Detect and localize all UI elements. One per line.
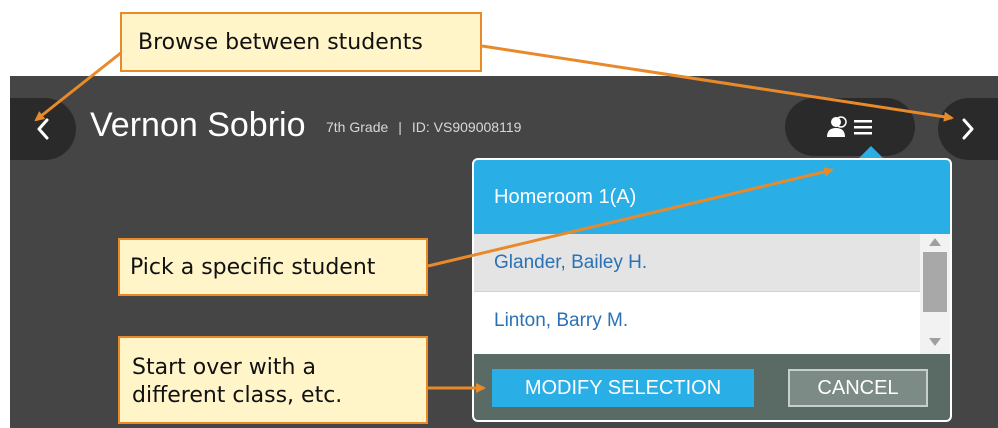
student-picker-dropdown: Homeroom 1(A) Glander, Bailey H. Linton,… <box>472 158 952 422</box>
class-name: Homeroom 1(A) <box>494 186 637 208</box>
student-list: Glander, Bailey H. Linton, Barry M. <box>474 234 920 354</box>
student-list-icon <box>827 116 872 137</box>
student-list-name: Glander, Bailey H. <box>494 252 648 273</box>
callout-start-over-text: Start over with a different class, etc. <box>132 355 343 408</box>
list-scrollbar[interactable] <box>920 234 950 354</box>
student-meta: 7th Grade | ID: VS909008119 <box>326 119 521 135</box>
student-list-button[interactable] <box>785 98 915 156</box>
student-name: Vernon Sobrio <box>90 106 306 144</box>
callout-browse-text: Browse between students <box>138 30 423 55</box>
cancel-button[interactable]: CANCEL <box>788 369 928 407</box>
previous-student-button[interactable] <box>10 98 76 160</box>
chevron-left-icon <box>37 118 49 140</box>
student-grade: 7th Grade <box>326 119 389 135</box>
callout-start-over: Start over with a different class, etc. <box>118 336 428 424</box>
callout-pick-text: Pick a specific student <box>130 255 376 280</box>
meta-separator: | <box>398 119 402 135</box>
list-item[interactable]: Linton, Barry M. <box>474 292 920 349</box>
chevron-right-icon <box>962 118 974 140</box>
class-header[interactable]: Homeroom 1(A) <box>474 160 950 234</box>
dropdown-footer: MODIFY SELECTION CANCEL <box>474 354 950 420</box>
scroll-up-arrow-icon[interactable] <box>929 238 941 246</box>
scrollbar-thumb[interactable] <box>923 252 947 312</box>
student-id: ID: VS909008119 <box>411 119 522 135</box>
scroll-down-arrow-icon[interactable] <box>929 338 941 346</box>
callout-browse: Browse between students <box>120 12 482 72</box>
modify-selection-button[interactable]: MODIFY SELECTION <box>492 369 754 407</box>
callout-pick: Pick a specific student <box>118 238 428 296</box>
next-student-button[interactable] <box>938 98 998 160</box>
list-item[interactable]: Glander, Bailey H. <box>474 234 920 291</box>
student-list-name: Linton, Barry M. <box>494 310 629 331</box>
